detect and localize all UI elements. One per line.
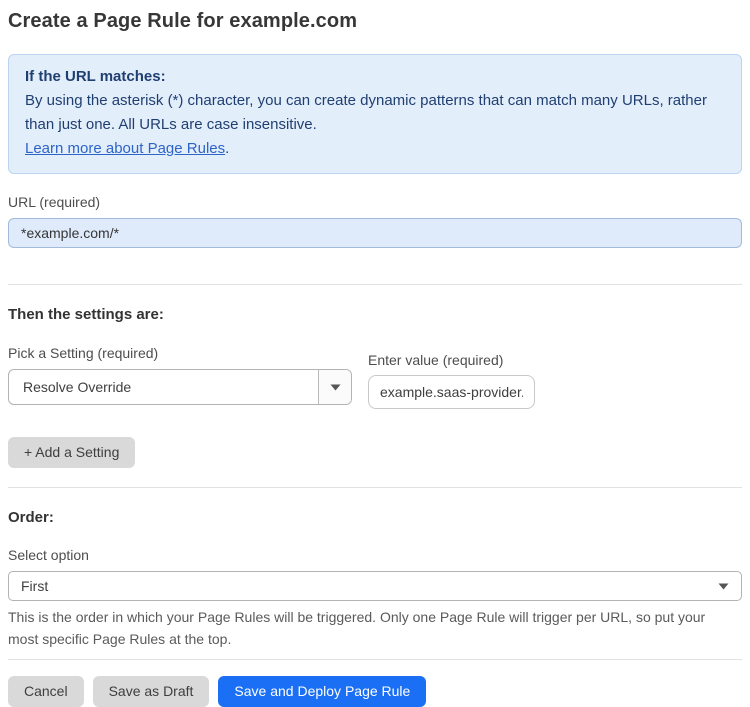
order-select[interactable]: First: [8, 571, 742, 601]
save-as-draft-button[interactable]: Save as Draft: [92, 676, 210, 707]
learn-more-link[interactable]: Learn more about Page Rules: [25, 140, 225, 157]
order-select-value: First: [21, 578, 49, 594]
order-section-heading: Order:: [8, 509, 54, 526]
url-field-label: URL (required): [8, 194, 101, 210]
setting-dropdown-value: Resolve Override: [23, 379, 132, 395]
page-title: Create a Page Rule for example.com: [8, 10, 358, 32]
section-divider: [8, 284, 742, 285]
url-input[interactable]: [8, 218, 742, 248]
save-and-deploy-button[interactable]: Save and Deploy Page Rule: [218, 676, 427, 707]
order-select-label: Select option: [8, 547, 89, 563]
url-match-info-box: If the URL matches: By using the asteris…: [8, 54, 742, 174]
info-box-body: By using the asterisk (*) character, you…: [25, 92, 707, 133]
enter-value-label: Enter value (required): [368, 352, 504, 368]
footer-divider: [8, 659, 742, 660]
info-box-heading: If the URL matches:: [25, 68, 166, 85]
order-help-text: This is the order in which your Page Rul…: [8, 609, 706, 647]
pick-setting-label: Pick a Setting (required): [8, 345, 159, 361]
add-setting-button[interactable]: + Add a Setting: [8, 437, 136, 468]
chevron-down-icon: [330, 384, 340, 390]
footer-actions: Cancel Save as Draft Save and Deploy Pag…: [8, 676, 742, 707]
enter-value-column: Enter value (required): [368, 352, 535, 409]
settings-section-heading: Then the settings are:: [8, 306, 164, 323]
setting-value-input[interactable]: [368, 375, 535, 409]
create-page-rule-panel: Create a Page Rule for example.com If th…: [0, 0, 750, 707]
info-box-link-line: Learn more about Page Rules.: [25, 137, 725, 161]
setting-dropdown-toggle[interactable]: [318, 370, 351, 404]
cancel-button[interactable]: Cancel: [8, 676, 84, 707]
section-divider: [8, 487, 742, 488]
link-suffix: .: [225, 140, 230, 157]
chevron-down-icon: [718, 577, 729, 595]
setting-dropdown[interactable]: Resolve Override: [8, 369, 352, 405]
pick-setting-column: Pick a Setting (required) Resolve Overri…: [8, 345, 352, 405]
setting-row: Pick a Setting (required) Resolve Overri…: [8, 345, 742, 409]
